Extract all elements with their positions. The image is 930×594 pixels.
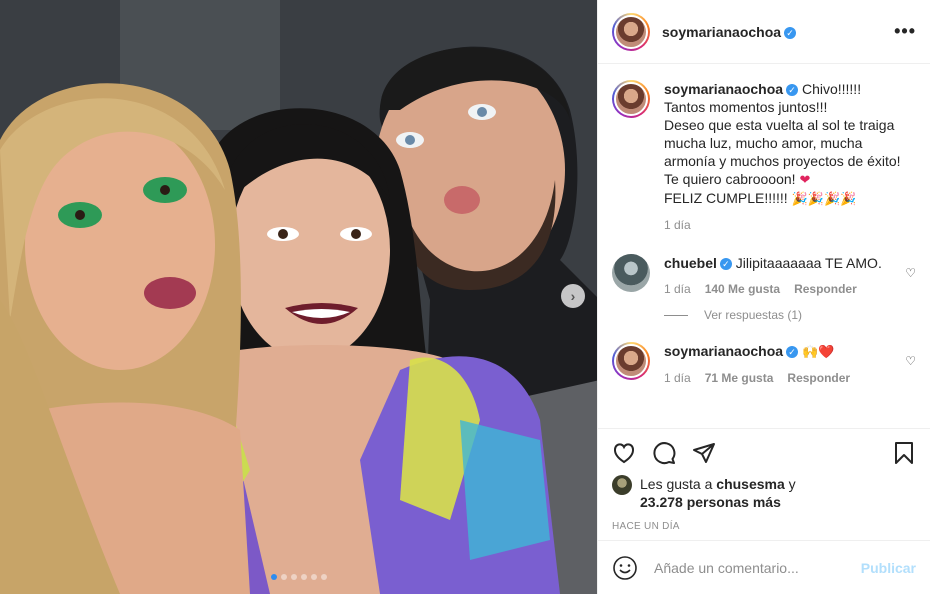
heart-emoji-icon: ❤ xyxy=(799,172,811,187)
share-send-icon[interactable] xyxy=(692,441,716,465)
author-avatar[interactable] xyxy=(612,12,650,51)
emoji-smiley-icon[interactable] xyxy=(612,555,638,581)
likes-count[interactable]: 23.278 personas más xyxy=(640,494,781,510)
comment-body: chuebel ✓ Jilipitaaaaaaa TE AMO. 1 día 14… xyxy=(664,254,899,298)
comment-meta: 1 día 71 Me gusta Responder xyxy=(664,369,899,387)
post-header: soymarianaochoa ✓ ••• xyxy=(598,0,930,64)
more-options-icon[interactable]: ••• xyxy=(894,21,916,42)
liker-avatar[interactable] xyxy=(612,475,632,495)
verified-badge-icon: ✓ xyxy=(719,258,732,271)
comment-text: Jilipitaaaaaaa TE AMO. xyxy=(735,255,882,271)
replies-line xyxy=(664,314,688,316)
save-bookmark-icon[interactable] xyxy=(892,441,916,465)
carousel-dot xyxy=(320,574,327,580)
reply-button[interactable]: Responder xyxy=(787,369,850,387)
comment-username[interactable]: chuebel xyxy=(664,255,717,271)
like-heart-icon[interactable] xyxy=(612,441,636,465)
comment-body: soymarianaochoa ✓ 🙌❤️ 1 día 71 Me gusta R… xyxy=(664,342,899,387)
carousel-dot xyxy=(300,574,307,580)
carousel-dot xyxy=(270,574,277,580)
view-replies-label: Ver respuestas (1) xyxy=(704,308,803,322)
likes-suffix: y xyxy=(788,476,796,492)
caption-body: soymarianaochoa ✓ Chivo!!!!!! Tantos mome… xyxy=(664,80,916,234)
author-username[interactable]: soymarianaochoa xyxy=(662,24,781,40)
comment-input[interactable]: Añade un comentario... xyxy=(654,560,861,576)
comment-item: soymarianaochoa ✓ 🙌❤️ 1 día 71 Me gusta R… xyxy=(612,342,916,387)
comment-text: 🙌❤️ xyxy=(801,344,835,359)
liker-username[interactable]: chusesma xyxy=(716,476,784,492)
comment-likes[interactable]: 140 Me gusta xyxy=(705,280,780,298)
commenter-avatar[interactable] xyxy=(612,254,650,292)
view-replies[interactable]: Ver respuestas (1) xyxy=(664,308,916,322)
caption-line: FELIZ CUMPLE!!!!!! xyxy=(664,190,788,206)
caption-line: Tantos momentos juntos!!! xyxy=(664,99,828,115)
carousel-dot xyxy=(310,574,317,580)
comment-likes[interactable]: 71 Me gusta xyxy=(705,369,774,387)
add-comment-bar: Añade un comentario... Publicar xyxy=(598,540,930,594)
like-comment-heart-icon[interactable]: ♡ xyxy=(905,266,916,298)
caption: soymarianaochoa ✓ Chivo!!!!!! Tantos mome… xyxy=(612,80,916,234)
verified-badge-icon: ✓ xyxy=(786,346,799,359)
commenter-avatar[interactable] xyxy=(612,342,650,380)
likes-text: Les gusta a chusesma y 23.278 personas m… xyxy=(640,475,796,511)
publish-button[interactable]: Publicar xyxy=(861,560,916,576)
action-icons xyxy=(612,439,916,467)
selfie-illustration xyxy=(0,0,597,594)
comment-item: chuebel ✓ Jilipitaaaaaaa TE AMO. 1 día 14… xyxy=(612,254,916,298)
carousel-indicator xyxy=(0,574,597,580)
post-sidebar: soymarianaochoa ✓ ••• soymarianaochoa ✓ Ch… xyxy=(597,0,930,594)
caption-line: Chivo!!!!!! xyxy=(801,81,862,97)
post-photo[interactable]: › xyxy=(0,0,597,594)
caption-line: Te quiero cabroooon! xyxy=(664,171,796,187)
comment-username[interactable]: soymarianaochoa xyxy=(664,343,783,359)
comment-time[interactable]: 1 día xyxy=(664,280,691,298)
comments-section: soymarianaochoa ✓ Chivo!!!!!! Tantos mome… xyxy=(598,64,930,428)
post-timestamp[interactable]: HACE UN DÍA xyxy=(612,521,916,532)
party-popper-emoji-icon: 🎉🎉🎉🎉 xyxy=(791,191,857,206)
reply-button[interactable]: Responder xyxy=(794,280,857,298)
comment-time[interactable]: 1 día xyxy=(664,369,691,387)
comment-meta: 1 día 140 Me gusta Responder xyxy=(664,280,899,298)
caption-avatar[interactable] xyxy=(612,80,650,118)
caption-line: Deseo que esta vuelta al sol te traiga m… xyxy=(664,117,901,169)
instagram-post: › soymarianaochoa ✓ ••• soymarianaochoa ✓ … xyxy=(0,0,930,594)
like-comment-heart-icon[interactable]: ♡ xyxy=(905,354,916,387)
likes-summary: Les gusta a chusesma y 23.278 personas m… xyxy=(612,475,916,511)
likes-prefix: Les gusta a xyxy=(640,476,713,492)
verified-badge-icon: ✓ xyxy=(784,26,797,39)
caption-time[interactable]: 1 día xyxy=(664,216,691,234)
caption-username[interactable]: soymarianaochoa xyxy=(664,81,783,97)
comment-bubble-icon[interactable] xyxy=(652,441,676,465)
verified-badge-icon: ✓ xyxy=(786,84,799,97)
post-actions: Les gusta a chusesma y 23.278 personas m… xyxy=(598,428,930,540)
carousel-next-button[interactable]: › xyxy=(561,284,585,308)
carousel-dot xyxy=(280,574,287,580)
carousel-dot xyxy=(290,574,297,580)
caption-meta: 1 día xyxy=(664,216,916,234)
author-username-wrap: soymarianaochoa ✓ xyxy=(662,24,797,40)
